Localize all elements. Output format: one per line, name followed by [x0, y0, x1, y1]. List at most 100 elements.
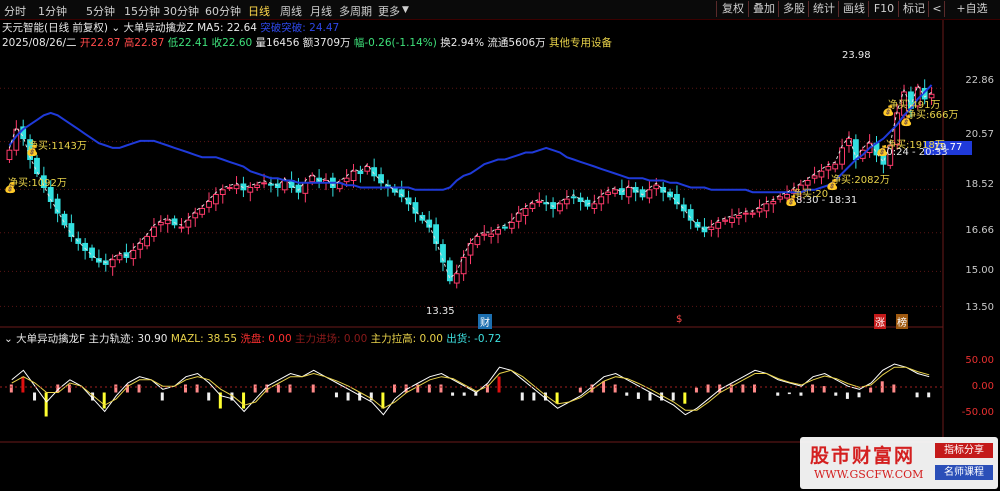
quote-high: 高22.87	[123, 37, 165, 49]
period-tab-15min[interactable]: 15分钟	[124, 3, 160, 19]
oscillator-bar	[195, 384, 199, 393]
candle-body	[343, 177, 350, 183]
draw-line-button[interactable]: 画线	[838, 1, 869, 17]
candle-body	[34, 157, 40, 175]
candle-body	[75, 238, 82, 244]
period-tab-1min[interactable]: 1分钟	[38, 3, 67, 19]
candle-body	[612, 189, 618, 194]
oscillator-bar	[787, 392, 791, 395]
net-buy-label: 净买:1092万	[8, 178, 67, 189]
oscillator-bar	[811, 384, 815, 393]
period-tab-multi[interactable]: 多周期	[339, 3, 372, 19]
oscillator-bar	[416, 384, 420, 393]
main-pull-value: 主力拉高: 0.00	[370, 333, 443, 345]
candle-body	[501, 226, 508, 229]
candle-body	[756, 207, 763, 213]
oscillator-bar	[869, 387, 873, 393]
event-bang-badge[interactable]: 榜	[896, 314, 908, 329]
candle-body	[309, 175, 316, 183]
candle-body	[316, 177, 323, 184]
candle-body	[495, 228, 501, 235]
money-bag-icon: 💰	[876, 146, 889, 157]
oscillator-bar	[265, 384, 269, 393]
mark-button[interactable]: 标记	[898, 1, 929, 17]
statistics-button[interactable]: 统计	[808, 1, 839, 17]
oscillator-bar	[381, 392, 385, 409]
quote-open: 开22.87	[79, 37, 121, 49]
candle-body	[116, 254, 123, 261]
oscillator-bar	[311, 384, 315, 393]
candle-body	[302, 182, 309, 194]
indicator-toggle-icon[interactable]: ⌄	[111, 22, 120, 34]
price-chart[interactable]	[0, 0, 1000, 491]
sub-indicator-name[interactable]: 大单异动擒龙F	[16, 333, 85, 345]
period-tab-monthly[interactable]: 月线	[310, 3, 332, 19]
oscillator-bar	[125, 384, 129, 393]
oscillator-bar	[276, 384, 280, 393]
f10-button[interactable]: F10	[868, 1, 899, 17]
osc-tick-0: 0.00	[971, 381, 994, 392]
period-tab-5min[interactable]: 5分钟	[86, 3, 115, 19]
indicator-name[interactable]: 大单异动擒龙Z	[124, 22, 194, 34]
oscillator-bar	[741, 384, 745, 393]
multi-stock-button[interactable]: 多股	[778, 1, 809, 17]
oscillator-bar	[915, 392, 919, 398]
candle-body	[254, 184, 261, 188]
trend-dash-line	[8, 84, 932, 280]
candle-body	[529, 203, 536, 209]
money-bag-icon: 💰	[785, 196, 798, 207]
candle-body	[536, 200, 543, 203]
period-tab-60min[interactable]: 60分钟	[205, 3, 241, 19]
oscillator-line-b	[11, 366, 930, 411]
period-tab-more[interactable]: 更多	[378, 3, 400, 19]
candle-body	[584, 199, 591, 207]
candle-body	[151, 226, 157, 237]
candle-body	[825, 166, 832, 171]
candle-body	[557, 203, 563, 212]
breakout-value: 突破突破: 24.47	[260, 22, 340, 34]
event-caiwu-badge[interactable]: 财	[478, 314, 492, 329]
oscillator-bar	[706, 384, 710, 393]
candle-body	[288, 180, 295, 188]
oscillator-bar	[334, 392, 338, 398]
candle-body	[467, 242, 474, 256]
period-tab-weekly[interactable]: 周线	[280, 3, 302, 19]
candle-body	[109, 259, 116, 268]
y-tick-13.50: 13.50	[965, 302, 994, 313]
quote-float: 流通5606万	[487, 37, 546, 49]
candle-body	[680, 204, 687, 212]
candle-body	[68, 223, 75, 237]
oscillator-bar	[102, 392, 106, 409]
oscillator-bar	[358, 392, 362, 401]
candle-body	[419, 214, 426, 221]
main-track-value: 主力轨迹: 30.90	[88, 333, 168, 345]
oscillator-bar	[799, 392, 803, 396]
stock-header: 天元智能(日线 前复权) ⌄ 大单异动擒龙Z MA5: 22.64 突破突破: …	[2, 20, 339, 35]
event-zhang-badge[interactable]: 涨	[874, 314, 886, 329]
candle-body	[398, 189, 405, 198]
period-tab-30min[interactable]: 30分钟	[163, 3, 199, 19]
sub-toggle-icon[interactable]: ⌄	[4, 333, 13, 345]
candle-body	[839, 147, 846, 165]
period-tab-fenshi[interactable]: 分时	[4, 3, 26, 19]
period-tab-daily[interactable]: 日线	[248, 3, 270, 19]
oscillator-bar	[33, 392, 37, 401]
event-dollar-badge[interactable]: $	[676, 314, 682, 325]
back-arrow-icon[interactable]: <	[928, 1, 945, 17]
candle-body	[268, 183, 274, 186]
oscillator-bar	[183, 384, 187, 393]
more-dropdown-icon[interactable]: ▼	[402, 5, 409, 15]
candle-body	[20, 126, 27, 140]
oscillator-bar	[253, 384, 257, 393]
candle-body	[247, 186, 254, 193]
overlay-button[interactable]: 叠加	[748, 1, 779, 17]
oscillator-bar	[648, 392, 652, 401]
add-watchlist-button[interactable]: +自选	[944, 1, 999, 17]
candle-body	[164, 219, 171, 225]
oscillator-bar	[160, 392, 164, 401]
fuquan-button[interactable]: 复权	[716, 1, 749, 17]
candle-body	[144, 235, 150, 247]
oscillator-bar	[543, 392, 547, 401]
candle-body	[646, 189, 653, 199]
quote-low: 低22.41	[167, 37, 209, 49]
